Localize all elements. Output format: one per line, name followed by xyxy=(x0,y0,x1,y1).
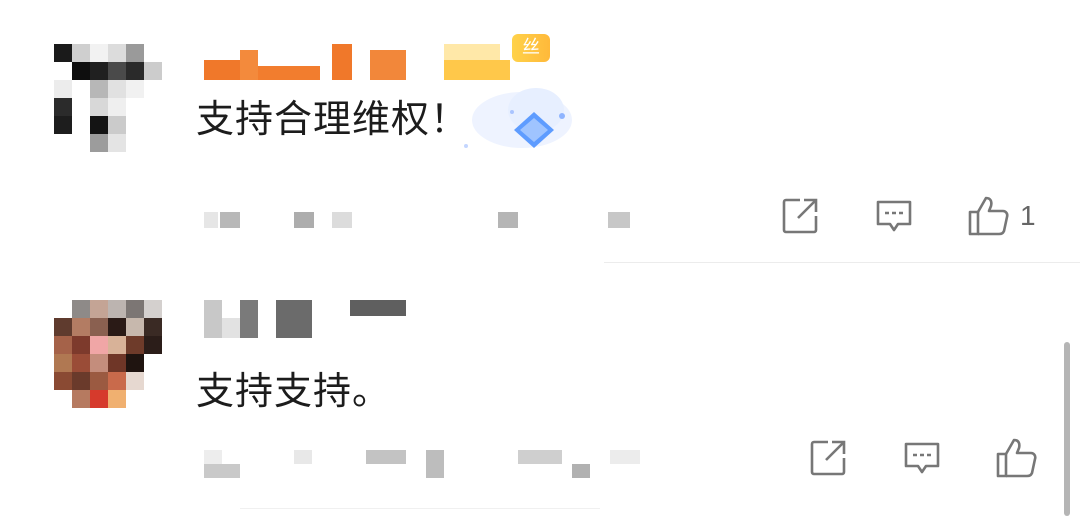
like-button[interactable]: 1 xyxy=(966,194,1036,238)
diamond-sticker-icon xyxy=(464,88,572,148)
share-button[interactable] xyxy=(808,438,848,478)
comment-text: 支持支持。 xyxy=(196,369,392,413)
comment-meta-redacted xyxy=(200,208,640,234)
avatar[interactable] xyxy=(54,300,166,412)
avatar[interactable] xyxy=(54,44,166,156)
reply-button[interactable] xyxy=(874,196,914,236)
like-count: 1 xyxy=(1020,200,1036,231)
reply-button[interactable] xyxy=(902,438,942,478)
share-button[interactable] xyxy=(780,196,820,236)
comment-item: 支持支持。 xyxy=(0,262,1080,516)
comment-text: 支持合理维权！ xyxy=(196,97,470,141)
comment-item: 丝 支持合理维权！ 1 xyxy=(0,0,1080,262)
fan-badge: 丝 xyxy=(512,34,550,62)
share-icon xyxy=(810,440,846,476)
username-redacted[interactable] xyxy=(200,44,530,80)
like-button[interactable] xyxy=(994,436,1038,480)
comment-divider xyxy=(240,508,600,509)
thumbs-up-icon xyxy=(996,438,1037,478)
share-icon xyxy=(782,198,818,234)
username-redacted[interactable] xyxy=(200,300,410,338)
comment-meta-redacted xyxy=(200,450,660,478)
comment-icon xyxy=(876,200,912,232)
thumbs-up-icon xyxy=(968,196,1009,236)
comment-icon xyxy=(904,442,940,474)
scrollbar[interactable] xyxy=(1064,342,1070,516)
